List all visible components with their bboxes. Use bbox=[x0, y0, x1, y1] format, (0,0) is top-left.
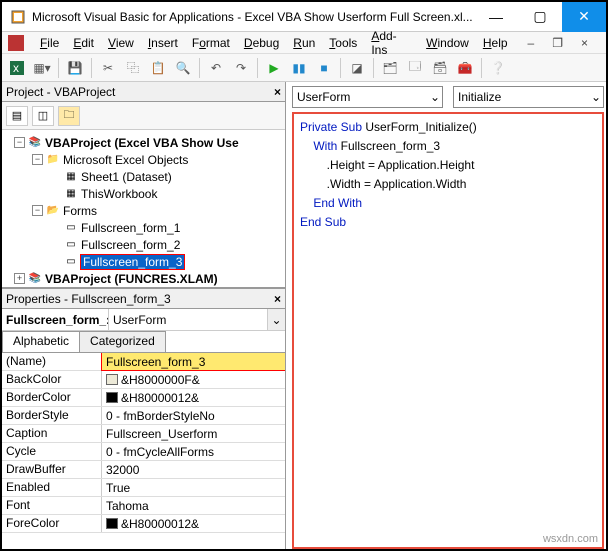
view-object-icon[interactable]: ◫ bbox=[32, 106, 54, 126]
properties-panel-title: Properties - Fullscreen_form_3 bbox=[6, 292, 171, 306]
project-panel-title: Project - VBAProject bbox=[6, 85, 115, 99]
collapse-icon[interactable]: − bbox=[14, 137, 25, 148]
mdi-close[interactable]: × bbox=[575, 34, 594, 52]
copy-icon[interactable]: ⿻ bbox=[122, 57, 144, 79]
cut-icon[interactable]: ✂ bbox=[97, 57, 119, 79]
folder-open-icon: 📂 bbox=[46, 204, 60, 218]
toolbar: x ▦▾ 💾 ✂ ⿻ 📋 🔍 ↶ ↷ ▶ ▮▮ ■ ◪ 🗂 🗔 🗃 🧰 ❔ bbox=[2, 54, 606, 82]
tab-alphabetic[interactable]: Alphabetic bbox=[2, 331, 80, 352]
collapse-icon[interactable]: − bbox=[32, 154, 43, 165]
toolbox-icon[interactable]: 🧰 bbox=[454, 57, 476, 79]
project-icon: 📚 bbox=[28, 272, 42, 286]
menu-window[interactable]: Window bbox=[420, 34, 475, 52]
mdi-minimize[interactable]: – bbox=[522, 34, 541, 52]
project-panel-close[interactable]: × bbox=[274, 85, 281, 99]
find-icon[interactable]: 🔍 bbox=[172, 57, 194, 79]
menu-addins[interactable]: Add-Ins bbox=[365, 27, 418, 59]
title-bar: Microsoft Visual Basic for Applications … bbox=[2, 2, 606, 32]
menu-tools[interactable]: Tools bbox=[323, 34, 363, 52]
color-swatch bbox=[106, 374, 118, 385]
project-toolbar: ▤ ◫ 🗀 bbox=[2, 102, 285, 130]
menu-view[interactable]: View bbox=[102, 34, 140, 52]
chevron-down-icon[interactable]: ⌄ bbox=[267, 309, 285, 330]
mdi-restore[interactable]: ❐ bbox=[546, 34, 569, 52]
redo-icon[interactable]: ↷ bbox=[230, 57, 252, 79]
prop-name-value[interactable]: Fullscreen_form_3 bbox=[102, 353, 285, 370]
color-swatch bbox=[106, 392, 118, 403]
color-swatch bbox=[106, 518, 118, 529]
project-tree[interactable]: −📚VBAProject (Excel VBA Show Use −📁Micro… bbox=[2, 130, 285, 288]
window-title: Microsoft Visual Basic for Applications … bbox=[32, 10, 474, 24]
folder-icon: 📁 bbox=[46, 153, 60, 167]
minimize-button[interactable]: — bbox=[474, 2, 518, 32]
view-code-icon[interactable]: ▤ bbox=[6, 106, 28, 126]
save-icon[interactable]: 💾 bbox=[64, 57, 86, 79]
collapse-icon[interactable]: − bbox=[32, 205, 43, 216]
properties-panel-close[interactable]: × bbox=[274, 292, 281, 306]
watermark: wsxdn.com bbox=[543, 533, 598, 545]
form-icon: ▭ bbox=[64, 255, 78, 269]
insert-module-icon[interactable]: ▦▾ bbox=[31, 57, 53, 79]
project-panel-header: Project - VBAProject × bbox=[2, 82, 285, 102]
design-mode-icon[interactable]: ◪ bbox=[346, 57, 368, 79]
toggle-folders-icon[interactable]: 🗀 bbox=[58, 106, 80, 126]
project-explorer-icon[interactable]: 🗂 bbox=[379, 57, 401, 79]
help-icon[interactable]: ❔ bbox=[487, 57, 509, 79]
maximize-button[interactable]: ▢ bbox=[518, 2, 562, 32]
excel-icon bbox=[8, 35, 24, 51]
menu-file[interactable]: File bbox=[34, 34, 65, 52]
menu-format[interactable]: Format bbox=[186, 34, 236, 52]
properties-tabs: Alphabetic Categorized bbox=[2, 331, 285, 353]
chevron-down-icon: ⌄ bbox=[430, 90, 440, 104]
chevron-down-icon: ⌄ bbox=[591, 90, 601, 104]
menu-debug[interactable]: Debug bbox=[238, 34, 285, 52]
expand-icon[interactable]: + bbox=[14, 273, 25, 284]
tab-categorized[interactable]: Categorized bbox=[79, 331, 166, 352]
sheet-icon: ▦ bbox=[64, 170, 78, 184]
menu-help[interactable]: Help bbox=[477, 34, 514, 52]
form-icon: ▭ bbox=[64, 238, 78, 252]
menu-bar: File Edit View Insert Format Debug Run T… bbox=[2, 32, 606, 54]
prop-name-label: (Name) bbox=[2, 353, 102, 370]
project-icon: 📚 bbox=[28, 136, 42, 150]
paste-icon[interactable]: 📋 bbox=[147, 57, 169, 79]
run-icon[interactable]: ▶ bbox=[263, 57, 285, 79]
undo-icon[interactable]: ↶ bbox=[205, 57, 227, 79]
menu-run[interactable]: Run bbox=[287, 34, 321, 52]
menu-insert[interactable]: Insert bbox=[142, 34, 184, 52]
break-icon[interactable]: ▮▮ bbox=[288, 57, 310, 79]
code-pane: UserForm⌄ Initialize⌄ Private Sub UserFo… bbox=[286, 82, 606, 549]
menu-edit[interactable]: Edit bbox=[67, 34, 100, 52]
workbook-icon: ▦ bbox=[64, 187, 78, 201]
properties-window-icon[interactable]: 🗔 bbox=[404, 57, 426, 79]
properties-object-dropdown[interactable]: Fullscreen_form_: UserForm ⌄ bbox=[2, 309, 285, 331]
form-icon: ▭ bbox=[64, 221, 78, 235]
close-button[interactable]: ✕ bbox=[562, 2, 606, 32]
procedure-dropdown[interactable]: Initialize⌄ bbox=[453, 86, 604, 108]
view-excel-icon[interactable]: x bbox=[6, 57, 28, 79]
properties-panel-header: Properties - Fullscreen_form_3 × bbox=[2, 289, 285, 309]
properties-grid[interactable]: (Name)Fullscreen_form_3 BackColor&H80000… bbox=[2, 353, 285, 549]
object-browser-icon[interactable]: 🗃 bbox=[429, 57, 451, 79]
reset-icon[interactable]: ■ bbox=[313, 57, 335, 79]
mdi-controls: – ❐ × bbox=[516, 32, 600, 54]
app-icon bbox=[10, 9, 26, 25]
code-editor[interactable]: Private Sub UserForm_Initialize() With F… bbox=[292, 112, 604, 549]
svg-text:x: x bbox=[13, 61, 19, 75]
object-dropdown[interactable]: UserForm⌄ bbox=[292, 86, 443, 108]
